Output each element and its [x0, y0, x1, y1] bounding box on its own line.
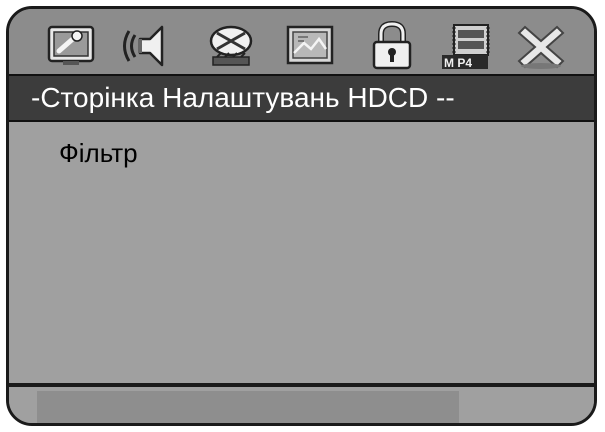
dolby-setup-icon[interactable] [205, 19, 257, 71]
menu-content: Фільтр [9, 122, 594, 384]
exit-icon[interactable] [515, 19, 567, 71]
svg-text:M P4: M P4 [444, 56, 472, 70]
setup-menu-panel: M P4 -Сторінка Налаштувань HDCD -- Фільт… [6, 6, 597, 426]
page-title-bar: -Сторінка Налаштувань HDCD -- [9, 74, 594, 122]
menu-item-filter[interactable]: Фільтр [59, 138, 138, 169]
page-title: -Сторінка Налаштувань HDCD -- [31, 82, 455, 113]
status-area [9, 387, 594, 423]
setup-toolbar: M P4 [9, 9, 594, 74]
lock-icon[interactable] [366, 19, 418, 71]
mp4-icon[interactable]: M P4 [440, 19, 492, 71]
video-setup-icon[interactable] [284, 19, 336, 71]
status-box [37, 391, 459, 423]
general-setup-icon[interactable] [45, 19, 97, 71]
audio-setup-icon[interactable] [122, 19, 174, 71]
